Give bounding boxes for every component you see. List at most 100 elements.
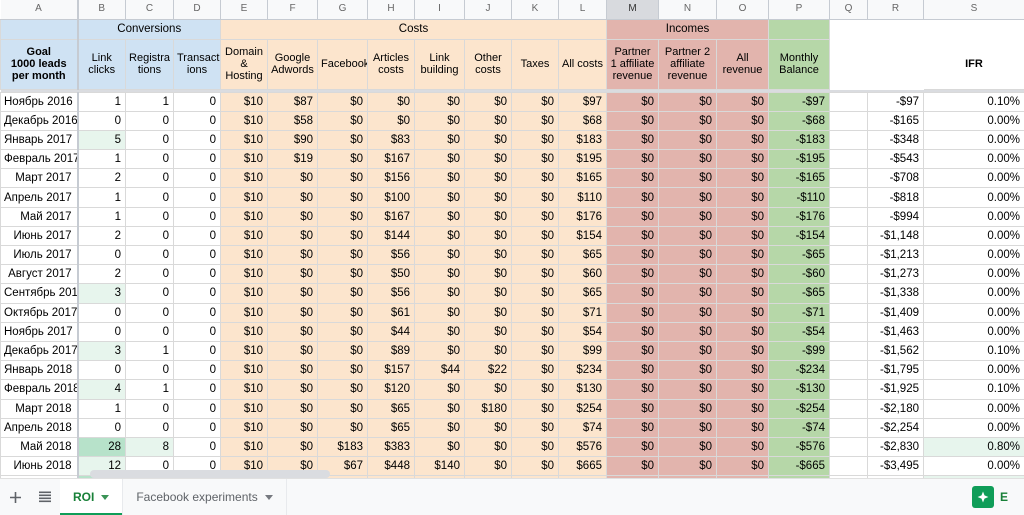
cell-link-clicks[interactable]: 4 bbox=[77, 379, 126, 400]
cell-facebook[interactable]: $0 bbox=[317, 283, 368, 304]
cell-google-adwords[interactable]: $58 bbox=[267, 110, 318, 131]
cell-partner2-revenue[interactable]: $0 bbox=[658, 187, 717, 208]
cell-link-building[interactable]: $0 bbox=[414, 436, 465, 458]
row-label-month[interactable]: Декабрь 2017 bbox=[0, 340, 79, 362]
cell-q-empty[interactable] bbox=[829, 456, 868, 477]
cell-ifr[interactable]: 0.00% bbox=[923, 168, 1024, 189]
cell-domain-hosting[interactable]: $10 bbox=[220, 379, 268, 400]
cell-taxes[interactable]: $0 bbox=[511, 264, 559, 285]
cell-ifr[interactable]: 0.00% bbox=[923, 456, 1024, 477]
cell-q-empty[interactable] bbox=[829, 264, 868, 285]
cell-link-building[interactable]: $0 bbox=[414, 264, 465, 285]
cell-link-clicks[interactable]: 0 bbox=[77, 360, 126, 381]
cell-domain-hosting[interactable]: $10 bbox=[220, 340, 268, 362]
cell-q-empty[interactable] bbox=[829, 129, 868, 151]
cell-link-building[interactable]: $0 bbox=[414, 379, 465, 400]
cell-cumulative-balance[interactable]: -$994 bbox=[867, 206, 924, 227]
cell-registrations[interactable]: 0 bbox=[125, 110, 174, 131]
cell-transactions[interactable]: 0 bbox=[173, 379, 221, 400]
row-label-month[interactable]: Август 2017 bbox=[0, 264, 79, 285]
cell-link-clicks[interactable]: 2 bbox=[77, 264, 126, 285]
cell-q-empty[interactable] bbox=[829, 149, 868, 170]
cell-transactions[interactable]: 0 bbox=[173, 436, 221, 458]
cell-link-clicks[interactable]: 0 bbox=[77, 417, 126, 438]
cell-all-costs[interactable]: $254 bbox=[558, 398, 607, 419]
column-header-B[interactable]: B bbox=[77, 0, 126, 20]
cell-all-costs[interactable]: $99 bbox=[558, 340, 607, 362]
cell-articles-costs[interactable]: $44 bbox=[367, 321, 415, 342]
cell-monthly-balance[interactable]: -$254 bbox=[768, 398, 830, 419]
all-sheets-button[interactable] bbox=[30, 479, 60, 515]
sheet-grid[interactable]: A B C D E F G H I J K L M N O P Q R S Co… bbox=[0, 0, 1024, 478]
cell-articles-costs[interactable]: $0 bbox=[367, 91, 415, 112]
cell-taxes[interactable]: $0 bbox=[511, 168, 559, 189]
cell-google-adwords[interactable]: $0 bbox=[267, 168, 318, 189]
cell-link-building[interactable]: $0 bbox=[414, 91, 465, 112]
cell-transactions[interactable]: 0 bbox=[173, 302, 221, 323]
cell-facebook[interactable]: $0 bbox=[317, 244, 368, 266]
cell-cumulative-balance[interactable]: -$818 bbox=[867, 187, 924, 208]
cell-other-costs[interactable]: $0 bbox=[464, 187, 512, 208]
cell-all-costs[interactable]: $54 bbox=[558, 321, 607, 342]
cell-partner1-revenue[interactable]: $0 bbox=[606, 340, 659, 362]
table-row[interactable]: Январь 2017 5 0 0 $10 $90 $0 $83 $0 $0 $0 $183 $0 $0 $… bbox=[0, 129, 1024, 151]
column-header-L[interactable]: L bbox=[558, 0, 607, 20]
table-row[interactable]: Январь 2018 0 0 0 $10 $0 $0 $157 $44 $22 $0 $234 $0 $… bbox=[0, 360, 1024, 381]
column-header-H[interactable]: H bbox=[367, 0, 415, 20]
cell-link-building[interactable]: $0 bbox=[414, 340, 465, 362]
cell-ifr[interactable]: 0.10% bbox=[923, 340, 1024, 362]
cell-domain-hosting[interactable]: $10 bbox=[220, 398, 268, 419]
cell-cumulative-balance[interactable]: -$1,463 bbox=[867, 321, 924, 342]
cell-registrations[interactable]: 0 bbox=[125, 149, 174, 170]
cell-cumulative-balance[interactable]: -$1,213 bbox=[867, 244, 924, 266]
table-row[interactable]: Октябрь 2017 0 0 0 $10 $0 $0 $61 $0 $0 $0 $71 $0 $0 $0… bbox=[0, 302, 1024, 323]
cell-partner2-revenue[interactable]: $0 bbox=[658, 264, 717, 285]
cell-taxes[interactable]: $0 bbox=[511, 206, 559, 227]
cell-taxes[interactable]: $0 bbox=[511, 398, 559, 419]
column-header-N[interactable]: N bbox=[658, 0, 717, 20]
row-label-month[interactable]: Январь 2017 bbox=[0, 129, 79, 151]
cell-registrations[interactable]: 0 bbox=[125, 302, 174, 323]
row-label-month[interactable]: Октябрь 2017 bbox=[0, 302, 79, 323]
cell-cumulative-balance[interactable]: -$708 bbox=[867, 168, 924, 189]
cell-monthly-balance[interactable]: -$68 bbox=[768, 110, 830, 131]
cell-partner2-revenue[interactable]: $0 bbox=[658, 436, 717, 458]
table-row[interactable]: Апрель 2018 0 0 0 $10 $0 $0 $65 $0 $0 $0 $74 $0 $0 $0-… bbox=[0, 417, 1024, 438]
cell-partner2-revenue[interactable]: $0 bbox=[658, 129, 717, 151]
cell-facebook[interactable]: $0 bbox=[317, 129, 368, 151]
cell-articles-costs[interactable]: $144 bbox=[367, 225, 415, 247]
cell-link-building[interactable]: $140 bbox=[414, 456, 465, 477]
cell-all-revenue[interactable]: $0 bbox=[716, 110, 769, 131]
cell-registrations[interactable]: 0 bbox=[125, 264, 174, 285]
cell-q-empty[interactable] bbox=[829, 110, 868, 131]
cell-partner1-revenue[interactable]: $0 bbox=[606, 187, 659, 208]
column-header-C[interactable]: C bbox=[125, 0, 174, 20]
cell-registrations[interactable]: 0 bbox=[125, 168, 174, 189]
cell-facebook[interactable]: $0 bbox=[317, 340, 368, 362]
cell-all-revenue[interactable]: $0 bbox=[716, 379, 769, 400]
cell-all-revenue[interactable]: $0 bbox=[716, 398, 769, 419]
cell-google-adwords[interactable]: $0 bbox=[267, 206, 318, 227]
cell-link-clicks[interactable]: 1 bbox=[77, 91, 126, 112]
cell-ifr[interactable]: 0.00% bbox=[923, 360, 1024, 381]
cell-ifr[interactable]: 0.80% bbox=[923, 436, 1024, 458]
cell-ifr[interactable]: 0.00% bbox=[923, 321, 1024, 342]
column-header-E[interactable]: E bbox=[220, 0, 268, 20]
column-header-O[interactable]: O bbox=[716, 0, 769, 20]
cell-partner1-revenue[interactable]: $0 bbox=[606, 321, 659, 342]
cell-taxes[interactable]: $0 bbox=[511, 456, 559, 477]
horizontal-scrollbar[interactable] bbox=[90, 470, 330, 478]
cell-google-adwords[interactable]: $0 bbox=[267, 417, 318, 438]
cell-domain-hosting[interactable]: $10 bbox=[220, 149, 268, 170]
cell-taxes[interactable]: $0 bbox=[511, 321, 559, 342]
cell-partner2-revenue[interactable]: $0 bbox=[658, 91, 717, 112]
table-row[interactable]: Июнь 2017 2 0 0 $10 $0 $0 $144 $0 $0 $0 $154 $0 $0 $0-… bbox=[0, 225, 1024, 247]
cell-registrations[interactable]: 0 bbox=[125, 321, 174, 342]
cell-transactions[interactable]: 0 bbox=[173, 168, 221, 189]
cell-articles-costs[interactable]: $100 bbox=[367, 187, 415, 208]
cell-all-revenue[interactable]: $0 bbox=[716, 129, 769, 151]
row-label-month[interactable]: Январь 2018 bbox=[0, 360, 79, 381]
cell-registrations[interactable]: 1 bbox=[125, 340, 174, 362]
cell-cumulative-balance[interactable]: -$2,254 bbox=[867, 417, 924, 438]
cell-domain-hosting[interactable]: $10 bbox=[220, 283, 268, 304]
